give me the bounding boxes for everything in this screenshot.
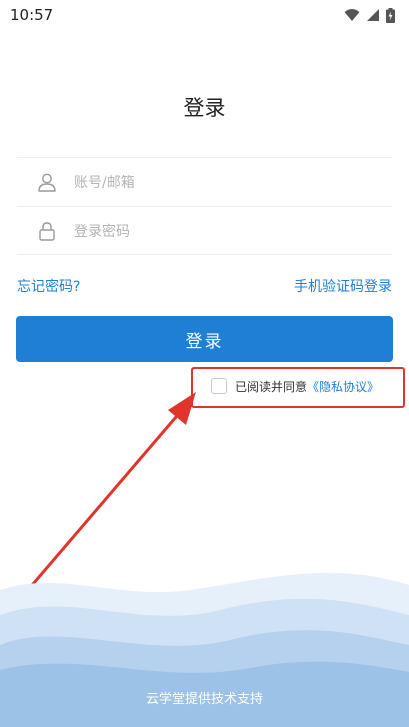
sms-login-link[interactable]: 手机验证码登录 bbox=[294, 276, 392, 296]
password-input[interactable] bbox=[74, 219, 374, 245]
forgot-password-link[interactable]: 忘记密码? bbox=[17, 276, 80, 296]
account-row bbox=[17, 158, 392, 207]
agreement-row: 已阅读并同意 《隐私协议》 bbox=[211, 376, 379, 396]
signal-icon bbox=[367, 9, 379, 21]
battery-icon bbox=[386, 7, 395, 23]
status-icons bbox=[344, 7, 395, 23]
login-button[interactable]: 登录 bbox=[16, 316, 393, 362]
lock-icon bbox=[39, 222, 55, 241]
status-time: 10:57 bbox=[10, 6, 54, 24]
login-form bbox=[17, 157, 392, 255]
agreement-text: 已阅读并同意 bbox=[235, 379, 308, 394]
user-icon bbox=[38, 173, 56, 192]
page-title: 登录 bbox=[183, 96, 226, 120]
privacy-policy-link[interactable]: 《隐私协议》 bbox=[307, 378, 379, 395]
agreement-checkbox[interactable] bbox=[211, 378, 227, 394]
footer-support-text: 云学堂提供技术支持 bbox=[145, 692, 263, 707]
status-bar: 10:57 bbox=[0, 0, 409, 30]
password-row bbox=[17, 207, 392, 256]
account-input[interactable] bbox=[74, 170, 374, 196]
wifi-icon bbox=[344, 9, 360, 21]
